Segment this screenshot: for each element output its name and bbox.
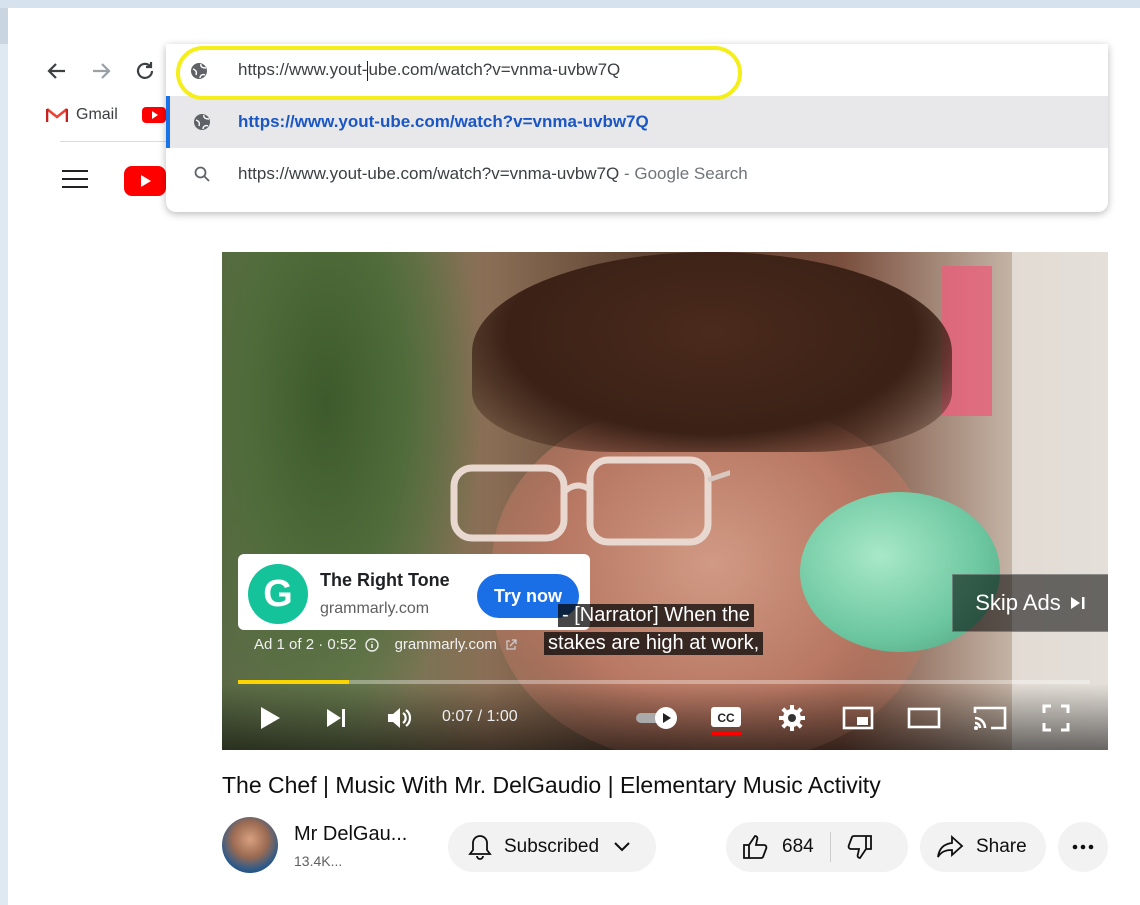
skip-next-icon [1070,597,1085,609]
info-icon[interactable] [364,637,379,652]
channel-avatar[interactable] [222,817,278,873]
subscriber-count: 13.4K... [294,853,343,869]
skip-ads-button[interactable]: Skip Ads [952,574,1108,632]
play-button[interactable] [252,702,288,734]
video-frame-hair [472,252,952,452]
video-frame-window [1012,252,1108,750]
time-display: 0:07 / 1:00 [442,708,518,725]
video-title: The Chef | Music With Mr. DelGaudio | El… [222,772,881,798]
skip-ads-label: Skip Ads [975,590,1061,615]
thumbs-down-icon [847,835,872,859]
window-top-strip [0,0,1140,8]
captions-button[interactable]: CC [708,702,744,735]
skip-next-icon [327,709,345,727]
share-button[interactable]: Share [920,822,1046,872]
fullscreen-icon [1042,704,1070,732]
search-icon [194,166,210,182]
bookmark-gmail[interactable]: Gmail [46,102,118,128]
input-text-before-caret: https://www.yout- [238,60,368,79]
settings-button[interactable] [774,702,810,734]
bookmark-youtube[interactable] [142,102,166,128]
closed-captions-icon: CC [711,707,741,735]
more-actions-button[interactable] [1058,822,1108,872]
bookmark-label: Gmail [76,106,118,123]
ad-overlay-card[interactable]: G The Right Tone grammarly.com Try now [238,554,590,630]
address-bar-input[interactable]: https://www.yout-ube.com/watch?v=vnma-uv… [238,60,620,81]
progress-fill [238,680,349,684]
cast-icon [973,706,1007,730]
gear-icon [779,705,805,731]
site-info-globe-icon[interactable] [190,62,208,80]
reload-icon [136,62,154,79]
svg-text:CC: CC [717,711,735,725]
channel-name[interactable]: Mr DelGau... [294,823,407,846]
fullscreen-button[interactable] [1038,702,1074,734]
grammarly-logo-icon: G [248,564,308,624]
caption-line-1: - [Narrator] When the [558,604,754,627]
volume-icon [388,708,412,728]
volume-button[interactable] [382,702,418,734]
subscribed-button[interactable]: Subscribed [448,822,656,872]
play-triangle-icon [141,175,151,187]
menu-button[interactable] [62,168,90,190]
cast-button[interactable] [972,702,1008,734]
ad-meta: Ad 1 of 2 · 0:52 grammarly.com [254,636,517,653]
omnibox-suggestion-search[interactable]: https://www.yout-ube.com/watch?v=vnma-uv… [166,148,1108,200]
external-link-icon [506,638,517,650]
video-frame-glasses [450,456,730,546]
next-button[interactable] [318,702,354,734]
omnibox-suggestion-url[interactable]: https://www.yout-ube.com/watch?v=vnma-uv… [166,96,1108,148]
miniplayer-button[interactable] [840,702,876,734]
video-frame-plant [222,252,482,750]
theater-mode-icon [907,707,941,729]
theater-mode-button[interactable] [906,702,942,734]
progress-bar[interactable] [238,680,1090,684]
dislike-button[interactable] [831,822,873,872]
back-button[interactable] [42,56,72,86]
thumbs-up-icon [743,835,768,859]
search-query: https://www.yout-ube.com/watch?v=vnma-uv… [238,164,620,183]
forward-button[interactable] [86,56,116,86]
caption-line-2: stakes are high at work, [544,632,764,655]
bookmarks-divider [60,141,170,142]
like-dislike-group: 684 [726,822,908,872]
search-suffix: - Google Search [619,164,748,183]
forward-arrow-icon [93,63,111,79]
play-icon [261,707,280,729]
more-horizontal-icon [1072,844,1094,850]
ad-title: The Right Tone [320,570,450,590]
subscribed-label: Subscribed [504,836,600,857]
ad-domain: grammarly.com [320,600,430,617]
like-count: 684 [782,836,814,857]
bell-icon [468,835,492,860]
video-player[interactable]: G The Right Tone grammarly.com Try now A… [222,252,1108,750]
youtube-icon [142,107,166,123]
selection-indicator [166,96,170,148]
gmail-icon [46,107,68,122]
autoplay-toggle-icon [636,707,677,729]
share-label: Share [976,836,1027,857]
like-button[interactable]: 684 [726,822,814,872]
globe-icon [194,114,210,130]
autoplay-toggle[interactable] [632,702,682,734]
reload-button[interactable] [130,56,160,86]
share-arrow-icon [937,835,964,858]
search-suggestion-text: https://www.yout-ube.com/watch?v=vnma-uv… [238,164,748,184]
window-left-edge [0,8,8,44]
input-text-after-caret: ube.com/watch?v=vnma-uvbw7Q [368,60,621,79]
back-arrow-icon [47,63,65,79]
chevron-down-icon [614,842,630,852]
ad-meta-domain[interactable]: grammarly.com [395,636,497,653]
ad-position: Ad 1 of 2 · 0:52 [254,636,357,653]
youtube-logo[interactable] [124,166,166,196]
miniplayer-icon [842,706,874,730]
suggestion-url-text: https://www.yout-ube.com/watch?v=vnma-uv… [238,112,649,131]
